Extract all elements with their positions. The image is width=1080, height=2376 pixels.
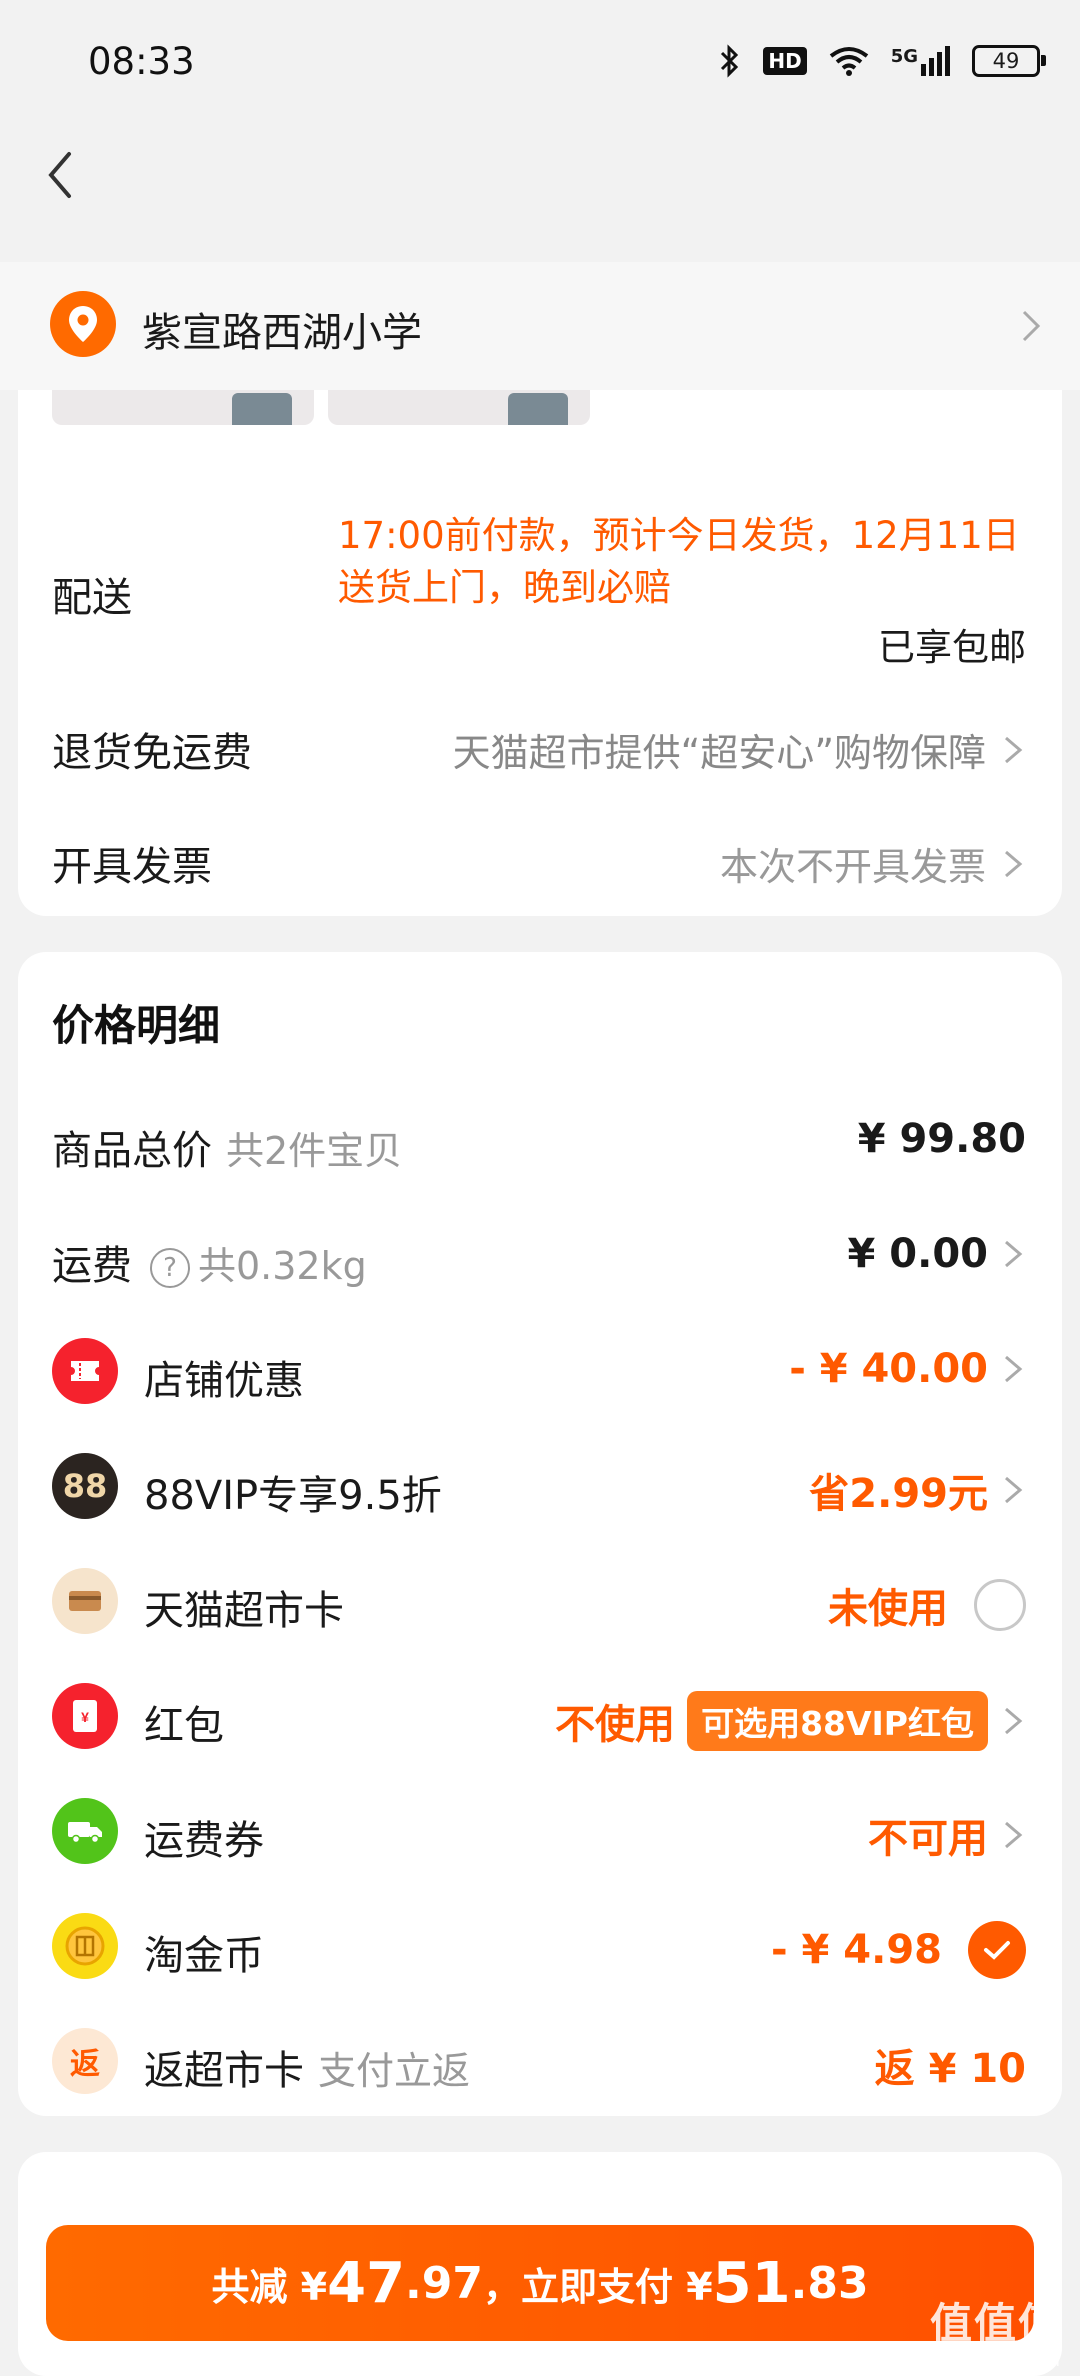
supermarket-card-row[interactable]: 天猫超市卡 未使用 [18, 1556, 1062, 1646]
address-text: 紫宣路西湖小学 [142, 310, 422, 356]
cashback-sub: 支付立返 [318, 2049, 471, 2093]
shipping-coupon-row[interactable]: 运费券 不可用 [18, 1786, 1062, 1876]
chevron-left-icon [48, 152, 71, 198]
saved-amount-dec: .97 [405, 2257, 483, 2309]
help-icon[interactable]: ? [150, 1248, 190, 1288]
svg-text:¥: ¥ [81, 1709, 89, 1725]
vip-88-icon: 88 [52, 1453, 118, 1519]
cashback-row: 返 返超市卡 支付立返 返 ¥ 10 [18, 2016, 1062, 2106]
watermark-logo: 值值值 [929, 2299, 1062, 2348]
chevron-right-icon [1005, 1707, 1023, 1735]
truck-icon [52, 1798, 118, 1864]
chevron-right-icon [1005, 850, 1023, 877]
signal-icon: 5G [891, 46, 950, 76]
shipping-coupon-label: 运费券 [144, 1818, 264, 1864]
location-pin-icon [50, 291, 116, 357]
cashback-icon: 返 [52, 2028, 118, 2094]
total-price-row: 商品总价 共2件宝贝 ¥ 99.80 [18, 1096, 1062, 1186]
status-icons: HD 5G 49 [719, 44, 1046, 78]
invoice-value: 本次不开具发票 [719, 845, 986, 889]
pay-now-button[interactable]: 共减 ¥ 47 .97 ，立即支付 ¥ 51 .83 [46, 2225, 1034, 2341]
saved-prefix: 共减 ¥ [211, 2264, 328, 2309]
wifi-icon [829, 47, 868, 76]
vip-discount-label: 88VIP专享9.5折 [144, 1473, 442, 1519]
store-discount-row[interactable]: 店铺优惠 - ¥ 40.00 [18, 1326, 1062, 1416]
vip-discount-row[interactable]: 88 88VIP专享9.5折 省2.99元 [18, 1441, 1062, 1531]
cashback-label: 返超市卡 [144, 2048, 304, 2094]
pay-amount-dec: .83 [790, 2257, 869, 2309]
store-discount-label: 店铺优惠 [144, 1358, 304, 1404]
gold-coin-icon [52, 1913, 118, 1979]
freight-label: 运费 [52, 1243, 132, 1289]
price-detail-title: 价格明细 [52, 1001, 221, 1050]
free-shipping-text: 已享包邮 [878, 626, 1026, 669]
return-guarantee-text: 天猫超市提供“超安心”购物保障 [452, 731, 986, 775]
watermark-url: zhizhizhi.com [938, 2350, 1060, 2371]
network-label: 5G [890, 46, 918, 67]
coin-row[interactable]: 淘金币 - ¥ 4.98 [18, 1901, 1062, 1991]
coupon-icon [52, 1338, 118, 1404]
delivery-label: 配送 [52, 575, 132, 621]
bluetooth-icon [721, 44, 739, 78]
coin-label: 淘金币 [144, 1933, 264, 1979]
shipping-coupon-value: 不可用 [868, 1816, 988, 1862]
item-count: 共2件宝贝 [226, 1129, 403, 1173]
return-guarantee-link[interactable]: 天猫超市提供“超安心”购物保障 [453, 722, 1026, 777]
red-packet-value: 不使用 [555, 1702, 676, 1748]
back-button[interactable] [30, 140, 90, 210]
red-packet-label: 红包 [144, 1703, 224, 1749]
chevron-right-icon [1005, 1240, 1023, 1268]
address-bar[interactable]: 紫宣路西湖小学 [0, 262, 1080, 390]
weight-text: 共0.32kg [198, 1244, 367, 1288]
chevron-right-icon [1005, 1821, 1023, 1849]
pay-amount-int: 51 [712, 2250, 791, 2316]
delivery-note: 17:00前付款，预计今日发货，12月11日送货上门，晚到必赔 [338, 514, 1020, 609]
freight-row[interactable]: 运费? 共0.32kg ¥ 0.00 [18, 1211, 1062, 1301]
store-discount-value: - ¥ 40.00 [789, 1346, 988, 1392]
pay-middle-text: ，立即支付 ¥ [483, 2264, 713, 2309]
checkmark-icon [984, 1941, 1010, 1960]
invoice-link[interactable]: 本次不开具发票 [720, 836, 1026, 891]
supermarket-card-label: 天猫超市卡 [144, 1588, 344, 1634]
status-time: 08:33 [88, 40, 195, 83]
freight-value: ¥ 0.00 [847, 1231, 988, 1277]
coin-checkbox[interactable] [968, 1921, 1026, 1979]
chevron-right-icon [1022, 310, 1041, 342]
return-label: 退货免运费 [52, 730, 252, 776]
chevron-right-icon [1005, 736, 1023, 763]
coin-value: - ¥ 4.98 [771, 1927, 942, 1973]
total-price-value: ¥ 99.80 [857, 1116, 1026, 1162]
invoice-label: 开具发票 [52, 844, 212, 890]
saved-amount-int: 47 [327, 2250, 406, 2316]
chevron-right-icon [1005, 1355, 1023, 1383]
supermarket-card-value: 未使用 [828, 1586, 948, 1632]
total-price-label: 商品总价 [52, 1128, 212, 1174]
red-packet-icon: ¥ [52, 1683, 118, 1749]
cashback-value: 返 ¥ 10 [874, 2046, 1026, 2092]
shipping-card: 配送 17:00前付款，预计今日发货，12月11日送货上门，晚到必赔 已享包邮 … [18, 340, 1062, 916]
chevron-right-icon [1005, 1476, 1023, 1504]
battery-indicator: 49 [972, 45, 1046, 77]
price-detail-card: 价格明细 商品总价 共2件宝贝 ¥ 99.80 运费? 共0.32kg ¥ 0.00… [18, 952, 1062, 2116]
hd-badge: HD [763, 47, 807, 75]
status-bar: 08:33 HD 5G 49 [0, 0, 1080, 130]
red-packet-row[interactable]: ¥ 红包 不使用 可选用88VIP红包 [18, 1671, 1062, 1761]
vip-red-packet-badge[interactable]: 可选用88VIP红包 [687, 1691, 988, 1751]
card-icon [52, 1568, 118, 1634]
supermarket-card-radio[interactable] [974, 1579, 1026, 1631]
vip-discount-value: 省2.99元 [809, 1471, 988, 1517]
